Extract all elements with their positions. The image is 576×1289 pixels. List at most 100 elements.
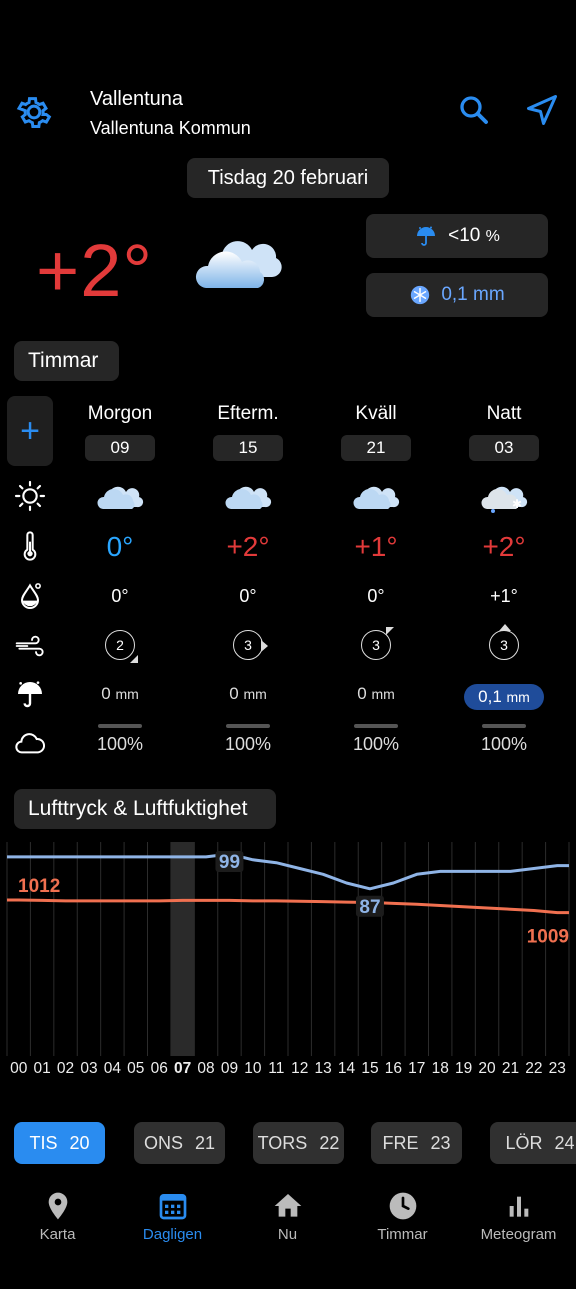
period-name: Kväll [355,403,397,424]
location-city[interactable]: Vallentuna [90,88,183,111]
wind-speed-circle: 3 [489,624,519,660]
humidity-value-label: 87 [359,897,380,918]
hour-tick-label: 23 [548,1060,566,1077]
day-tab[interactable]: LÖR 24 [490,1122,576,1164]
weather-symbol [65,478,175,519]
period-rain: 0,1 mm [449,684,559,710]
period-dewpoint: 0° [111,586,129,606]
cloud-cover-bar [98,724,142,728]
svg-text:✱: ✱ [512,497,522,511]
settings-gear-icon[interactable] [14,92,54,132]
wind-indicator: 3 [321,627,431,660]
day-name: TIS [29,1132,58,1153]
period-cloud-cover: 100% [65,724,175,755]
hour-tick-label: 14 [337,1060,356,1077]
wind-indicator: 3 [193,630,303,660]
rain-amount: 0 [357,684,367,703]
period-dewpoint: 0° [367,586,385,606]
nav-label: Dagligen [142,1226,203,1243]
day-tab[interactable]: ONS 21 [134,1122,225,1164]
hour-tick-label: 20 [478,1060,496,1077]
rain-unit: mm [115,686,139,702]
period-column-header: Natt 03 [454,403,554,461]
rain-unit: mm [243,686,267,702]
hour-tick-label: 16 [384,1060,402,1077]
hour-tick-label: 04 [103,1060,121,1077]
period-rain: 0 mm [321,684,431,704]
nav-item-karta[interactable]: Karta [0,1180,115,1243]
hour-tick-label: 19 [455,1060,473,1077]
nav-label: Nu [277,1226,298,1243]
nav-item-timmar[interactable]: Timmar [345,1180,460,1243]
hours-axis: 00 01 02 03 04 05 06 07 08 09 10 11 12 13 14 15 16 17 18 19… [7,1060,569,1080]
hour-tick-label: 07 [174,1060,192,1077]
nav-label: Timmar [377,1226,428,1243]
umbrella-icon [18,681,42,708]
location-municipality[interactable]: Vallentuna Kommun [90,118,251,139]
weather-symbol: ✱ [449,478,559,519]
pressure-value-label: 1009 [527,927,569,948]
cloud-snow-icon: ✱ [481,486,528,513]
precip-probability-value: <10 [448,225,481,246]
day-tab[interactable]: TIS 20 [14,1122,105,1164]
wind-speed-circle: 3 [361,627,394,660]
cloud-cover-value: 100% [352,734,400,754]
snowflake-icon [411,285,430,305]
hours-section-title: Timmar [14,341,119,381]
nav-item-dagligen[interactable]: Dagligen [115,1180,230,1243]
cloud-cover-value: 100% [224,734,272,754]
umbrella-rain-icon [417,226,436,246]
precip-probability-unit: % [485,228,500,245]
thermometer-icon [23,531,37,561]
day-tab[interactable]: TORS 22 [253,1122,344,1164]
period-cloud-cover: 100% [449,724,559,755]
day-tab[interactable]: FRE 23 [371,1122,462,1164]
cloud-cover-bar [226,724,270,728]
calendar-icon [159,1194,186,1220]
hour-tick-label: 15 [361,1060,379,1077]
expand-hours-button[interactable]: + [7,396,53,466]
search-icon[interactable] [456,92,492,128]
cloud-cover-icon [15,733,45,754]
rain-pill: 0,1 mm [464,684,544,710]
hour-tick-label: 03 [80,1060,98,1077]
humidity-value-label: 99 [219,852,240,873]
hour-tick-label: 22 [525,1060,543,1077]
day-name: TORS [257,1132,308,1153]
precip-amount-chip: 0,1 mm [366,273,548,317]
hour-tick-label: 09 [220,1060,239,1077]
hour-tick-label: 13 [314,1060,332,1077]
period-temperature: +1° [354,531,398,562]
day-number: 20 [69,1132,90,1153]
wind-indicator: 2 [65,630,175,663]
cloud-icon [353,486,400,509]
hour-tick-label: 05 [127,1060,145,1077]
day-name: LÖR [505,1132,543,1153]
day-name: ONS [143,1132,183,1153]
current-hour-highlight [170,842,195,1056]
date-chip: Tisdag 20 februari [187,158,389,198]
wind-indicator: 3 [449,624,559,660]
period-rain: 0 mm [65,684,175,704]
period-column-header: Morgon 09 [70,403,170,461]
navigation-arrow-icon[interactable] [524,92,560,128]
cloud-icon [225,486,272,509]
pressure-value-label: 1012 [18,876,60,897]
home-icon [274,1194,301,1217]
hour-tick-label: 02 [56,1060,75,1077]
rain-amount: 0 [229,684,239,703]
pressure-humidity-section-title: Lufttryck & Luftfuktighet [14,789,276,829]
pressure-humidity-chart[interactable]: 99 87 1012 1009 [0,842,576,1056]
hour-tick-label: 08 [197,1060,215,1077]
hour-tick-label: 01 [33,1060,51,1077]
wind-speed-circle: 3 [233,630,268,660]
nav-item-meteogram[interactable]: Meteogram [461,1180,576,1243]
nav-item-nu[interactable]: Nu [230,1180,345,1243]
hour-tick-label: 11 [268,1060,285,1077]
dewpoint-drop-icon [20,583,41,609]
sun-icon [14,480,46,512]
weather-symbol [193,478,303,519]
cloud-cover-value: 100% [96,734,144,754]
period-dewpoint: 0° [239,586,257,606]
cloud-cover-bar [354,724,398,728]
